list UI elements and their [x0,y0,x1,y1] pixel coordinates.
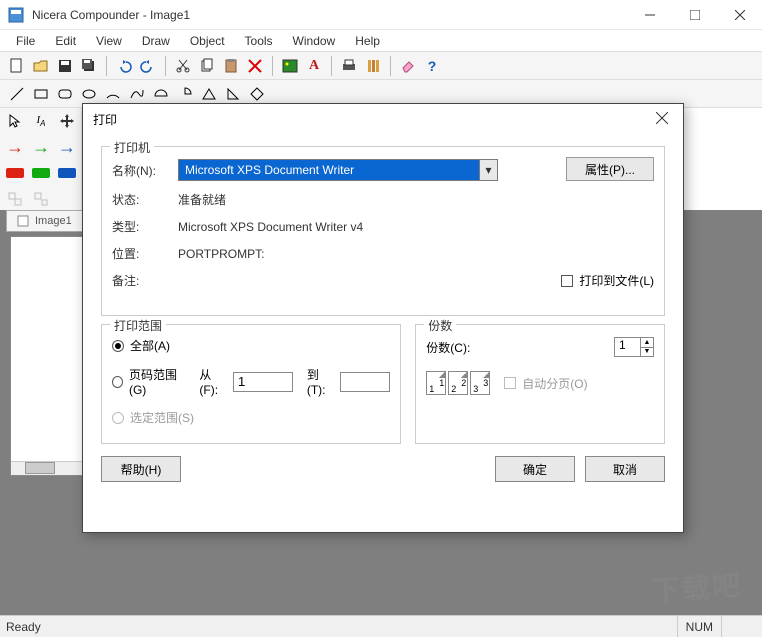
eraser-icon[interactable] [397,55,419,77]
save-icon[interactable] [54,55,76,77]
range-all-radio[interactable]: 全部(A) [112,337,390,354]
ellipse-icon[interactable] [78,83,100,105]
menubar: File Edit View Draw Object Tools Window … [0,30,762,52]
window-title: Nicera Compounder - Image1 [32,8,627,22]
ok-button[interactable]: 确定 [495,456,575,482]
menu-window[interactable]: Window [283,32,346,50]
toolbar-main: A ? [0,52,762,80]
copy-icon[interactable] [196,55,218,77]
arrow-blue-icon[interactable]: → [56,136,78,158]
maximize-button[interactable] [672,0,717,30]
diamond-icon[interactable] [246,83,268,105]
collate-checkbox: 自动分页(O) [504,375,587,392]
library-icon[interactable] [362,55,384,77]
range-selection-radio: 选定范围(S) [112,409,390,426]
menu-object[interactable]: Object [180,32,235,50]
arrow-red-icon[interactable]: → [4,136,26,158]
arrow-green-icon[interactable]: → [30,136,52,158]
swatch-blue-icon[interactable] [56,162,78,184]
printer-group: 打印机 名称(N): Microsoft XPS Document Writer… [101,146,665,316]
document-tab-label: Image1 [35,215,72,227]
swatch-green-icon[interactable] [30,162,52,184]
status-text: Ready [6,620,41,634]
range-legend: 打印范围 [110,317,166,334]
printer-status-label: 状态: [112,191,178,208]
cut-icon[interactable] [172,55,194,77]
menu-view[interactable]: View [86,32,132,50]
printer-name-value: Microsoft XPS Document Writer [185,163,354,177]
printer-type-value: Microsoft XPS Document Writer v4 [178,220,363,234]
curve-icon[interactable] [126,83,148,105]
menu-draw[interactable]: Draw [132,32,180,50]
copies-group: 份数 份数(C): 1 ▲▼ 11 22 33 [415,324,665,444]
printer-where-value: PORTPROMPT: [178,247,264,261]
text-icon[interactable]: A [303,55,325,77]
collate-icon: 11 22 33 [426,371,490,395]
print-to-file-checkbox[interactable]: 打印到文件(L) [561,272,654,289]
rtriangle-icon[interactable] [222,83,244,105]
text-tool-icon[interactable]: IA [30,110,52,132]
status-bar: Ready NUM [0,615,762,637]
copies-count-label: 份数(C): [426,339,614,356]
ungroup-icon[interactable] [30,188,52,210]
document-tab[interactable]: Image1 [6,210,83,232]
delete-icon[interactable] [244,55,266,77]
printer-status-value: 准备就绪 [178,191,226,208]
swatch-red-icon[interactable] [4,162,26,184]
group-icon[interactable] [4,188,26,210]
app-icon [8,7,24,23]
cancel-button[interactable]: 取消 [585,456,665,482]
from-label: 从(F): [199,366,226,397]
printer-where-label: 位置: [112,245,178,262]
chevron-down-icon[interactable]: ▾ [479,160,497,180]
range-group: 打印范围 全部(A) 页码范围(G) 从(F): 到(T): 选定范围(S) [101,324,401,444]
side-toolbars: IA → → → [0,108,82,212]
spin-up-icon[interactable]: ▲ [641,338,653,348]
chord-icon[interactable] [150,83,172,105]
to-label: 到(T): [307,366,334,397]
dialog-title: 打印 [83,104,683,134]
roundrect-icon[interactable] [54,83,76,105]
printer-comment-label: 备注: [112,272,178,289]
menu-help[interactable]: Help [345,32,390,50]
printer-legend: 打印机 [110,139,154,156]
dialog-close-button[interactable] [641,104,683,132]
print-icon[interactable] [338,55,360,77]
move-icon[interactable] [56,110,78,132]
pie-icon[interactable] [174,83,196,105]
saveall-icon[interactable] [78,55,100,77]
status-num: NUM [677,616,722,637]
menu-tools[interactable]: Tools [235,32,283,50]
line-icon[interactable] [6,83,28,105]
spin-down-icon[interactable]: ▼ [641,348,653,357]
menu-file[interactable]: File [6,32,45,50]
arc-icon[interactable] [102,83,124,105]
rect-icon[interactable] [30,83,52,105]
copies-value[interactable]: 1 [614,337,640,357]
printer-name-select[interactable]: Microsoft XPS Document Writer ▾ [178,159,498,181]
pointer-icon[interactable] [4,110,26,132]
to-input[interactable] [340,372,390,392]
new-icon[interactable] [6,55,28,77]
scrollbar-thumb[interactable] [25,462,55,474]
help-button[interactable]: 帮助(H) [101,456,181,482]
copies-legend: 份数 [424,317,456,334]
redo-icon[interactable] [137,55,159,77]
minimize-button[interactable] [627,0,672,30]
triangle-icon[interactable] [198,83,220,105]
paste-icon[interactable] [220,55,242,77]
range-pages-radio[interactable]: 页码范围(G) 从(F): 到(T): [112,366,390,397]
printer-type-label: 类型: [112,218,178,235]
undo-icon[interactable] [113,55,135,77]
help-icon[interactable]: ? [421,55,443,77]
from-input[interactable] [233,372,293,392]
open-icon[interactable] [30,55,52,77]
close-button[interactable] [717,0,762,30]
copies-spinner[interactable]: 1 ▲▼ [614,337,654,357]
image-icon[interactable] [279,55,301,77]
menu-edit[interactable]: Edit [45,32,86,50]
properties-button[interactable]: 属性(P)... [566,157,654,181]
print-dialog: 打印 打印机 名称(N): Microsoft XPS Document Wri… [82,103,684,533]
printer-name-label: 名称(N): [112,162,178,179]
